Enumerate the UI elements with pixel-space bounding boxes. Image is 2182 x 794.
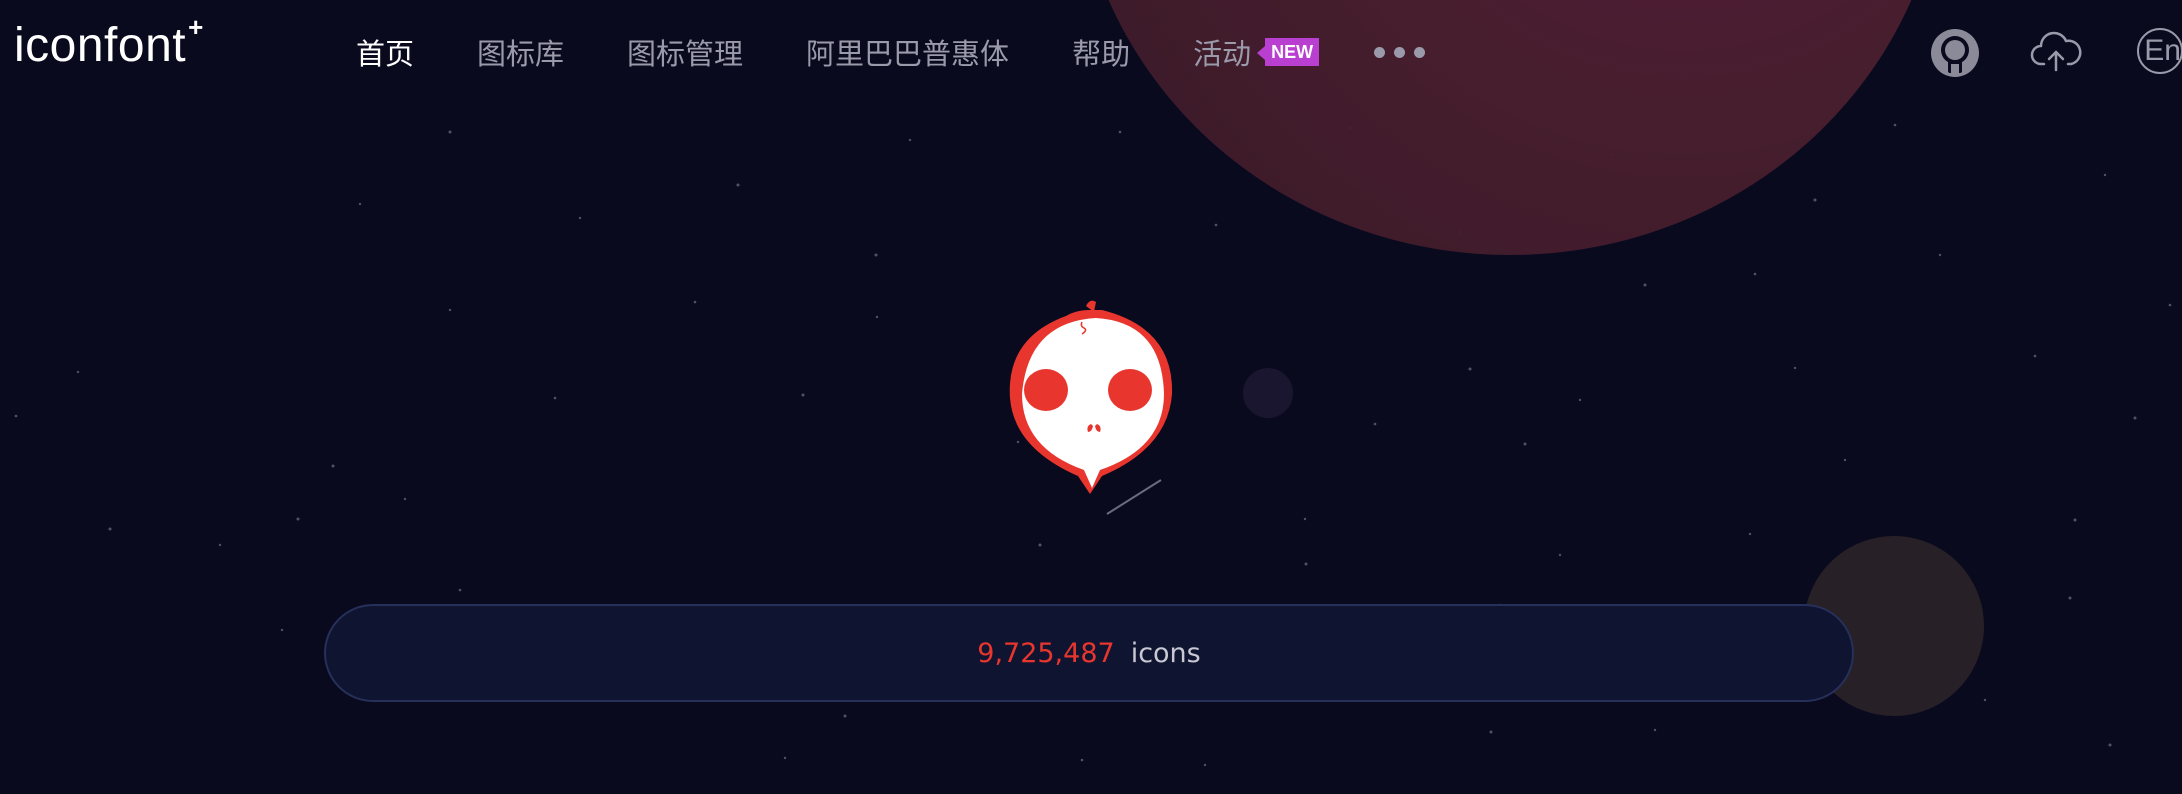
moon-decoration <box>1243 368 1293 418</box>
nav-item-label: 活动 <box>1193 37 1252 71</box>
nav-item-icon-library[interactable]: 图标库 <box>477 31 564 73</box>
shooting-star-decoration <box>1106 479 1162 515</box>
nav-item-label: 图标库 <box>477 37 565 71</box>
brand-logo[interactable]: iconfont+ <box>14 12 203 73</box>
nav-item-label: 阿里巴巴普惠体 <box>806 37 1010 71</box>
user-avatar-icon[interactable] <box>1930 28 1980 78</box>
icon-count: 9,725,487 <box>977 637 1115 669</box>
brand-name: iconfont <box>14 19 187 72</box>
main-nav: 首页 图标库 图标管理 阿里巴巴普惠体 帮助 活动 NEW <box>356 30 1426 74</box>
nav-item-label: 首页 <box>356 37 415 71</box>
cloud-upload-icon[interactable] <box>2030 28 2082 78</box>
icon-count-label: icons <box>1130 637 1201 669</box>
language-label: En <box>2144 34 2181 67</box>
nav-item-home[interactable]: 首页 <box>356 31 414 73</box>
language-switch-icon[interactable]: En <box>2137 28 2182 74</box>
nav-item-activity[interactable]: 活动 NEW <box>1193 31 1320 73</box>
nav-item-label: 帮助 <box>1072 37 1131 71</box>
nav-item-help[interactable]: 帮助 <box>1072 31 1130 73</box>
nav-item-font[interactable]: 阿里巴巴普惠体 <box>806 31 1009 73</box>
nav-item-icon-management[interactable]: 图标管理 <box>627 31 743 73</box>
icon-search-bar[interactable]: 9,725,487 icons <box>324 604 1854 702</box>
nav-item-label: 图标管理 <box>627 37 744 71</box>
new-badge: NEW <box>1257 38 1320 66</box>
brand-mark: + <box>188 12 204 42</box>
skull-mascot-icon <box>1009 300 1173 494</box>
more-dots-icon[interactable] <box>1374 46 1426 58</box>
